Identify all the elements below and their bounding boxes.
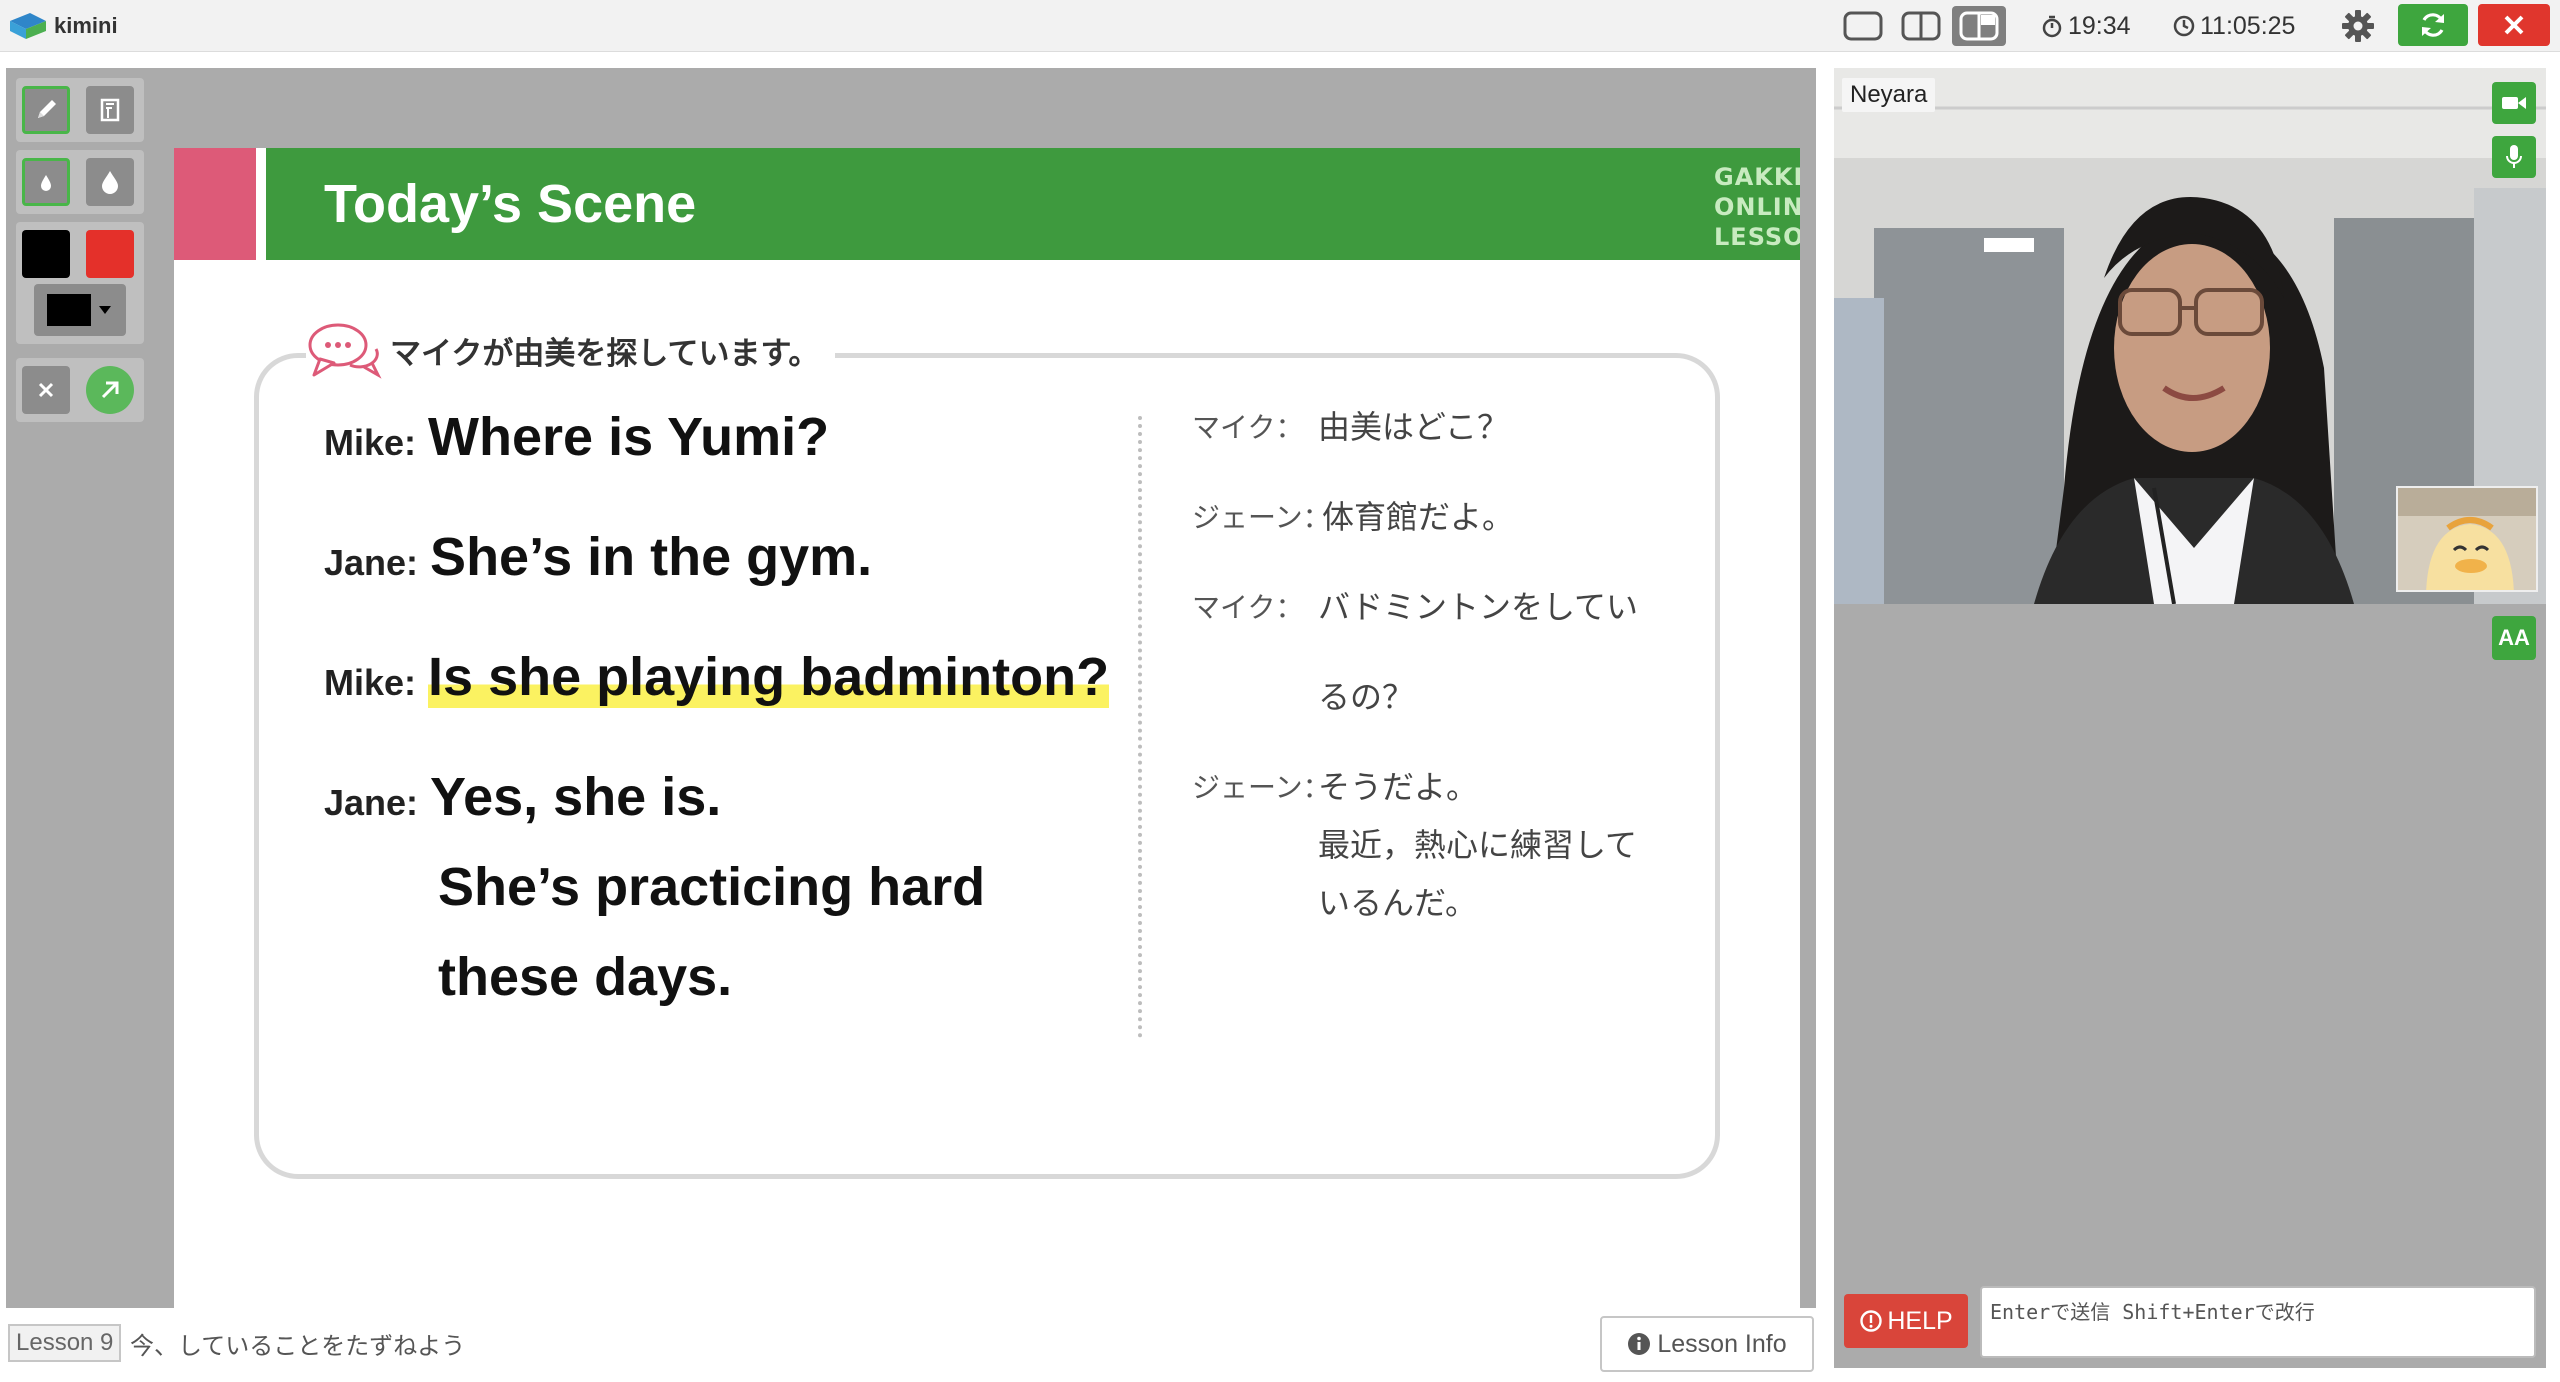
speaker-label: Jane: <box>324 542 419 583</box>
stopwatch-icon <box>2042 15 2062 38</box>
eraser-tool-button[interactable] <box>86 86 134 134</box>
lesson-number-badge: Lesson 9 <box>8 1324 122 1362</box>
utterance-continuation: these days. <box>438 947 733 1007</box>
dialog-line: Jane: Yes, she is. <box>324 766 721 828</box>
microphone-toggle-button[interactable] <box>2492 136 2536 178</box>
jp-line: いるんだ。 <box>1318 884 1478 922</box>
jp-speaker-label: マイク： <box>1192 411 1304 444</box>
jp-speaker-label: マイク： <box>1192 591 1304 624</box>
current-time: 11:05:25 <box>2172 0 2295 52</box>
alert-circle-icon <box>1860 1310 1883 1332</box>
utterance-continuation: She’s practicing hard <box>438 857 986 917</box>
app-logo: kimini <box>8 10 118 42</box>
speaker-label: Jane: <box>324 782 419 823</box>
jp-line: そうだよ。 <box>1318 768 1479 806</box>
current-color-swatch <box>47 294 91 326</box>
brand-line: GAKKEN <box>1714 163 1800 191</box>
chevron-down-icon <box>99 306 111 314</box>
clock-value: 11:05:25 <box>2200 11 2296 40</box>
clock-icon <box>2173 15 2195 37</box>
pointer-tool-button[interactable] <box>86 366 134 414</box>
camera-toggle-button[interactable] <box>2492 82 2536 124</box>
video-camera-icon <box>2502 97 2526 109</box>
video-chat-panel: Neyara AA HELP <box>1834 68 2546 1368</box>
pen-tool-button[interactable] <box>22 86 70 134</box>
pencil-icon <box>38 100 56 118</box>
thick-stroke-button[interactable] <box>86 158 134 206</box>
thin-stroke-button[interactable] <box>22 158 70 206</box>
close-icon <box>2504 15 2524 35</box>
jp-speaker-label: ジェーン： <box>1192 501 1331 534</box>
layout-split-button[interactable] <box>1894 6 1948 46</box>
self-video-preview <box>2396 486 2538 592</box>
layout-single-button[interactable] <box>1836 6 1890 46</box>
brand-line: LESSONS <box>1714 223 1800 251</box>
top-bar: kimini 19:34 11:05:25 <box>0 0 2560 52</box>
lesson-info-label: Lesson Info <box>1657 1329 1787 1358</box>
color-group <box>16 222 144 344</box>
layout-split-pip-button[interactable] <box>1952 6 2006 46</box>
slide-title: Today’s Scene <box>324 174 697 234</box>
jp-line: るの？ <box>1318 678 1415 716</box>
font-size-button[interactable]: AA <box>2492 616 2536 660</box>
jp-line: 最近，熱心に練習して <box>1318 826 1638 864</box>
layout-split-icon <box>1901 11 1941 41</box>
slide-panel: Today’s Scene GAKKEN ONLINE LESSONS マイクが… <box>6 68 1816 1368</box>
lesson-slide: Today’s Scene GAKKEN ONLINE LESSONS マイクが… <box>174 148 1800 1368</box>
clear-drawing-button[interactable] <box>22 366 70 414</box>
highlighted-utterance-text: Is she playing badminton? <box>428 646 1110 708</box>
close-icon <box>38 382 54 398</box>
refresh-button[interactable] <box>2398 4 2468 46</box>
layout-split-pip-icon <box>1959 11 1999 41</box>
participant-name-label: Neyara <box>1842 78 1936 112</box>
red-color-button[interactable] <box>86 230 134 278</box>
close-button[interactable] <box>2478 4 2550 46</box>
scene-description-text: マイクが由美を探しています。 <box>390 335 820 372</box>
dialog-line: Jane: She’s in the gym. <box>324 526 872 588</box>
settings-gear-icon[interactable] <box>2340 8 2376 44</box>
eraser-icon <box>100 98 120 122</box>
self-avatar-image <box>2398 488 2536 590</box>
jp-line: 体育館だよ。 <box>1322 498 1515 536</box>
large-drop-icon <box>102 171 118 194</box>
speaker-label: Mike: <box>324 422 417 463</box>
dialog-line: Mike: Where is Yumi? <box>324 406 829 468</box>
lesson-title: 今、していることをたずねよう <box>130 1331 466 1360</box>
lesson-timer: 19:34 <box>2040 0 2131 52</box>
kimini-logo-icon <box>10 13 46 39</box>
speech-bubble-icon <box>308 323 382 379</box>
column-divider <box>1138 416 1142 1038</box>
timer-value: 19:34 <box>2068 11 2131 40</box>
utterance-text: Yes, she is. <box>430 767 722 827</box>
help-button[interactable]: HELP <box>1844 1294 1968 1348</box>
black-color-button[interactable] <box>22 230 70 278</box>
jp-line: バドミントンをしてい <box>1318 588 1639 626</box>
help-label: HELP <box>1887 1306 1953 1335</box>
microphone-icon <box>2506 145 2522 168</box>
app-logo-text: kimini <box>54 13 118 38</box>
lesson-info-button[interactable]: Lesson Info <box>1600 1316 1814 1372</box>
speaker-label: Mike: <box>324 662 417 703</box>
small-drop-icon <box>41 175 51 191</box>
color-picker-dropdown[interactable] <box>34 284 126 336</box>
utterance-text: She’s in the gym. <box>430 527 873 587</box>
scene-description: マイクが由美を探しています。 <box>306 310 836 390</box>
refresh-icon <box>2422 13 2444 37</box>
dialog-line: Mike: Is she playing badminton? <box>324 646 1110 708</box>
jp-line: 由美はどこ？ <box>1318 408 1510 446</box>
teacher-video: Neyara <box>1834 68 2546 604</box>
arrow-up-right-icon <box>101 381 119 399</box>
stroke-size-group <box>16 150 144 214</box>
layout-single-icon <box>1843 11 1883 41</box>
action-group <box>16 358 144 422</box>
slide-header: Today’s Scene GAKKEN ONLINE LESSONS <box>266 148 1800 260</box>
draw-tool-group <box>16 78 144 142</box>
brand-line: ONLINE <box>1714 193 1800 221</box>
jp-speaker-label: ジェーン： <box>1192 771 1331 804</box>
info-icon <box>1628 1333 1651 1355</box>
utterance-text: Where is Yumi? <box>428 407 830 467</box>
brand-mark: GAKKEN ONLINE LESSONS <box>1714 162 1800 252</box>
chat-message-input[interactable] <box>1980 1286 2536 1358</box>
slide-accent-bar <box>174 148 256 260</box>
